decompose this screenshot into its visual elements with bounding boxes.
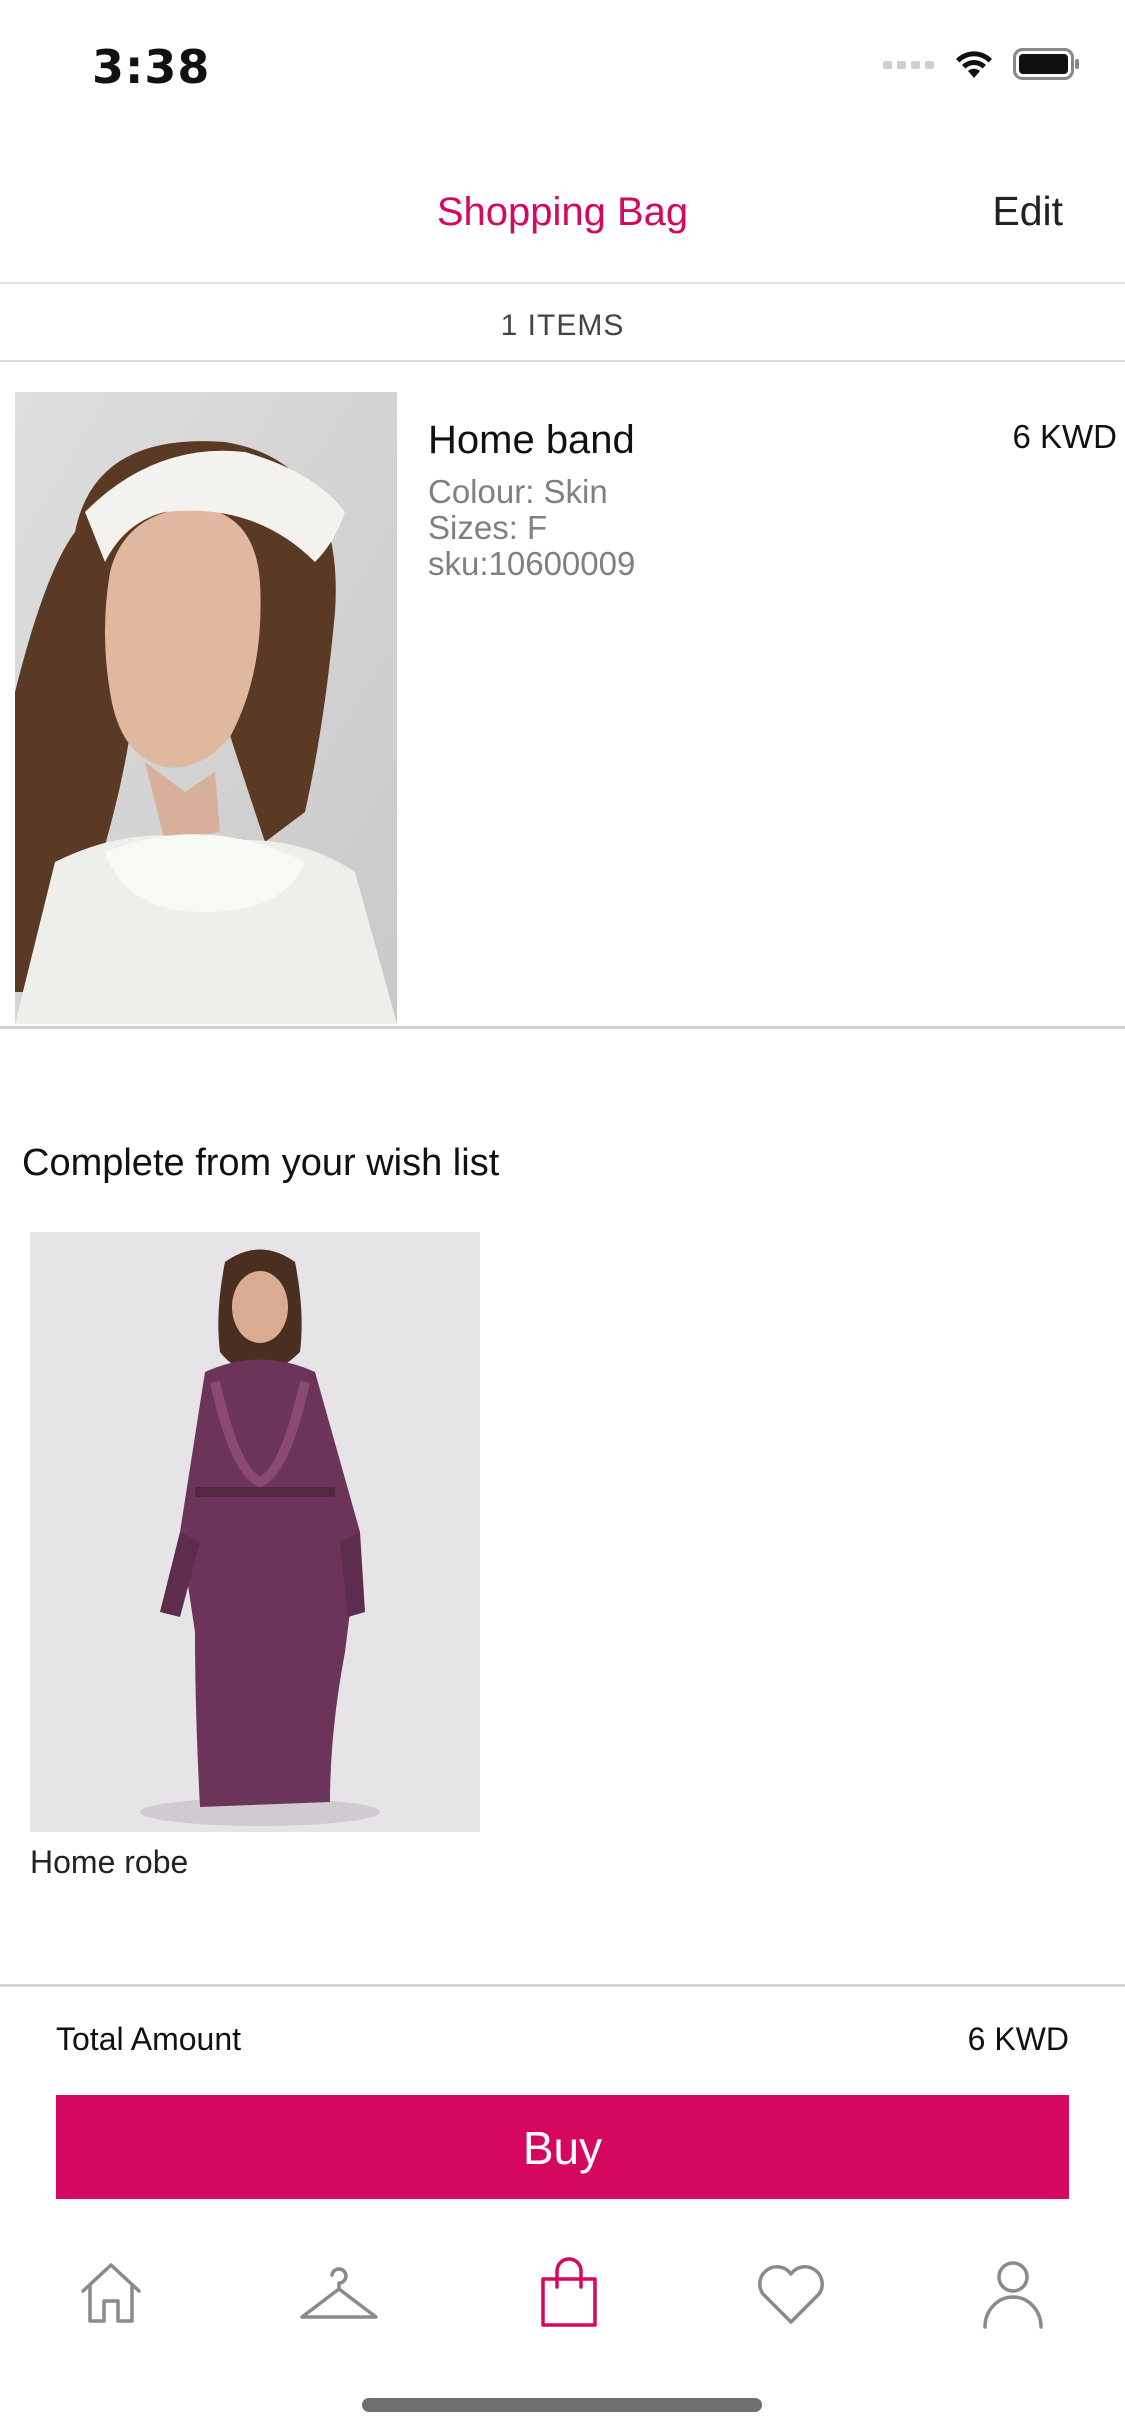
order-summary: Total Amount 6 KWD Buy (0, 1984, 1125, 2199)
page-title: Shopping Bag (436, 190, 689, 234)
buy-button[interactable]: Buy (56, 2095, 1069, 2199)
tab-shopping-bag[interactable] (524, 2248, 614, 2338)
cellular-signal-icon (883, 61, 934, 69)
home-icon (81, 2263, 141, 2323)
status-icons (883, 48, 1081, 80)
tab-catalog[interactable] (294, 2248, 384, 2338)
status-time: 3:38 (92, 40, 211, 94)
total-amount-value: 6 KWD (967, 2021, 1069, 2057)
robe-product-image (30, 1232, 480, 1832)
tab-profile[interactable] (968, 2248, 1058, 2338)
item-details: Colour: Skin Sizes: F sku:10600009 (428, 474, 635, 582)
wishlist-item-name[interactable]: Home robe (30, 1844, 480, 1881)
shopping-bag-icon (541, 2257, 597, 2327)
tab-home[interactable] (66, 2248, 156, 2338)
wifi-icon (956, 51, 992, 78)
tab-bar (0, 2230, 1125, 2360)
cart-item[interactable]: Home band 6 KWD Colour: Skin Sizes: F sk… (0, 362, 1125, 1029)
item-sku: sku:10600009 (428, 545, 636, 582)
edit-button[interactable]: Edit (992, 188, 1063, 235)
hanger-icon (300, 2267, 378, 2319)
battery-icon (1013, 48, 1079, 80)
wishlist-section-title: Complete from your wish list (22, 1142, 500, 1184)
wishlist-item-photo[interactable] (30, 1232, 480, 1832)
navigation-bar: Shopping Bag Edit (0, 140, 1125, 284)
home-indicator[interactable] (362, 2398, 762, 2412)
wishlist-item[interactable]: Home robe (30, 1232, 480, 1881)
item-photo[interactable] (15, 392, 397, 1024)
headband-product-image (15, 392, 397, 1024)
total-amount-label: Total Amount (56, 2021, 241, 2057)
heart-icon (758, 2265, 824, 2324)
status-bar: 3:38 (0, 0, 1125, 140)
profile-icon (983, 2261, 1043, 2329)
item-price: 6 KWD (1012, 418, 1117, 455)
item-size: Sizes: F (428, 509, 548, 546)
item-colour: Colour: Skin (428, 473, 608, 510)
items-count-label: 1 ITEMS (0, 284, 1125, 362)
tab-wishlist[interactable] (746, 2248, 836, 2338)
item-name[interactable]: Home band (428, 418, 635, 463)
